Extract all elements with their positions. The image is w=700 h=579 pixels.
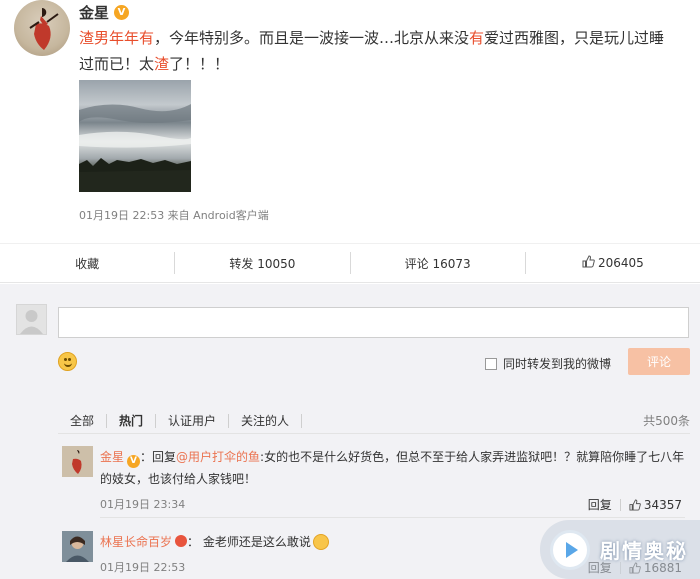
commenter-avatar[interactable] bbox=[62, 446, 93, 477]
reply-button[interactable]: 回复 bbox=[588, 496, 612, 513]
post-text-highlight[interactable]: 渣男年年有 bbox=[79, 29, 154, 47]
commenter-avatar[interactable] bbox=[62, 531, 93, 562]
blush-emoji-icon bbox=[312, 534, 329, 550]
thumbs-up-icon bbox=[582, 254, 595, 272]
comment-text: ： 金老师还是这么敢说 bbox=[187, 535, 311, 549]
weibo-post: 金星 V 渣男年年有，今年特别多。而且是一波接一波…北京从来没有爱过西雅图，只是… bbox=[0, 0, 700, 243]
watermark-text: 剧情奥秘 bbox=[600, 539, 688, 563]
favorite-label: 收藏 bbox=[75, 256, 100, 271]
default-avatar-icon bbox=[20, 310, 43, 334]
post-image[interactable] bbox=[79, 80, 191, 192]
emoji-icon[interactable] bbox=[58, 352, 77, 371]
tab-verified-users[interactable]: 认证用户 bbox=[156, 413, 230, 428]
commenter-name[interactable]: 金星 bbox=[100, 450, 124, 464]
comment-time: 01月19日 23:34 bbox=[100, 498, 186, 511]
comment-like-button[interactable]: 34357 bbox=[629, 498, 682, 512]
comment-divider bbox=[100, 517, 685, 518]
comment-actions: 回复 34357 bbox=[588, 496, 682, 513]
comment-filter-bar: 全部 热门 认证用户 关注的人 共500条 bbox=[58, 408, 690, 434]
like-button[interactable]: 206405 bbox=[526, 252, 700, 274]
post-text-highlight[interactable]: 有 bbox=[469, 29, 484, 47]
thumbs-up-icon bbox=[629, 498, 641, 511]
author-avatar[interactable] bbox=[14, 0, 70, 56]
landscape-photo bbox=[79, 104, 191, 192]
comment-input[interactable] bbox=[58, 307, 689, 338]
post-action-bar: 收藏 转发 10050 评论 16073 206405 bbox=[0, 243, 700, 283]
repost-label: 转发 10050 bbox=[229, 256, 296, 271]
comment-item: 金星 V ：回复@用户打伞的鱼:女的也不是什么好货色，但总不至于给人家弄进监狱吧！？… bbox=[58, 446, 690, 518]
comment-time: 01月19日 22:53 bbox=[100, 561, 186, 574]
comment-button[interactable]: 评论 16073 bbox=[351, 252, 526, 274]
comment-total: 共500条 bbox=[643, 414, 690, 428]
tab-hot[interactable]: 热门 bbox=[107, 413, 157, 428]
post-text-highlight[interactable]: 渣 bbox=[154, 55, 169, 73]
repost-checkbox-row[interactable]: 同时转发到我的微博 bbox=[485, 355, 611, 372]
verified-badge-icon: V bbox=[127, 454, 141, 468]
tab-following[interactable]: 关注的人 bbox=[229, 413, 303, 428]
author-name[interactable]: 金星 bbox=[79, 2, 109, 23]
tab-all[interactable]: 全部 bbox=[58, 413, 108, 428]
post-text-segment: ，今年特别多。而且是一波接一波…北京从来没 bbox=[154, 29, 470, 47]
dancer-figure-icon bbox=[29, 8, 59, 50]
repost-button[interactable]: 转发 10050 bbox=[175, 252, 351, 274]
like-count: 206405 bbox=[597, 256, 644, 270]
post-text-segment: 了！！！ bbox=[169, 55, 230, 73]
site-watermark: 剧情奥秘 bbox=[540, 520, 700, 579]
reply-prefix: ：回复 bbox=[140, 450, 177, 464]
mention-link[interactable]: @用户打伞的鱼 bbox=[176, 450, 260, 464]
post-meta: 01月19日 22:53 来自 Android客户端 bbox=[79, 209, 269, 222]
comment-body: 金星 V ：回复@用户打伞的鱼:女的也不是什么好货色，但总不至于给人家弄进监狱吧！？… bbox=[100, 446, 685, 490]
author-row: 金星 V bbox=[79, 2, 130, 23]
current-user-avatar[interactable] bbox=[16, 304, 47, 335]
comment-label: 评论 16073 bbox=[404, 256, 471, 271]
comment-like-count: 34357 bbox=[643, 497, 682, 512]
commenter-name[interactable]: 林星长命百岁 bbox=[100, 535, 172, 549]
repost-option-label: 同时转发到我的微博 bbox=[503, 357, 612, 371]
verified-badge-icon: V bbox=[114, 5, 130, 20]
post-text: 渣男年年有，今年特别多。而且是一波接一波…北京从来没有爱过西雅图，只是玩儿过睡过… bbox=[79, 25, 679, 77]
repost-checkbox[interactable] bbox=[485, 357, 497, 370]
play-logo-icon bbox=[550, 529, 590, 570]
heart-eyes-emoji-icon bbox=[175, 535, 188, 547]
favorite-button[interactable]: 收藏 bbox=[0, 252, 176, 274]
submit-comment-button[interactable]: 评论 bbox=[628, 348, 690, 375]
